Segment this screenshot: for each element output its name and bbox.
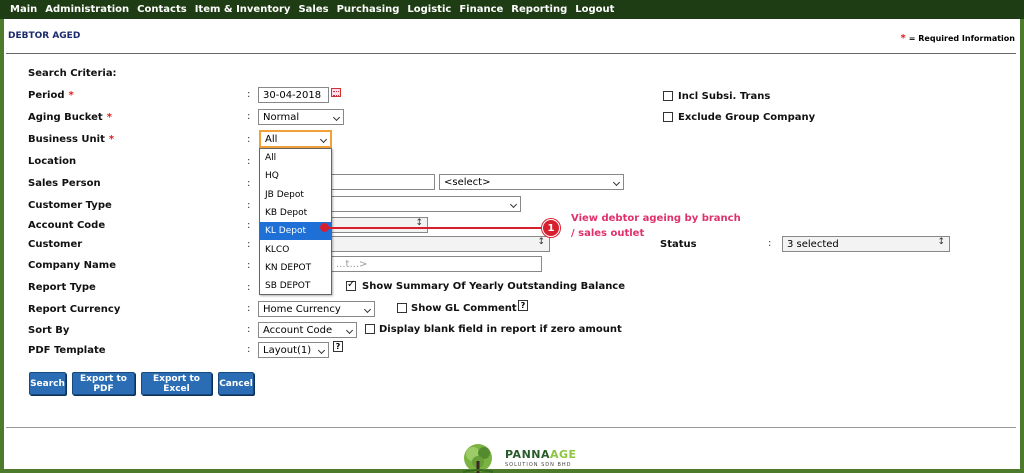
menu-item-inventory[interactable]: Item & Inventory (195, 4, 291, 15)
menu-sales[interactable]: Sales (298, 4, 328, 15)
dropdown-option-kb-depot[interactable]: KB Depot (260, 204, 331, 222)
pdf-template-label: PDF Template (28, 345, 106, 356)
bu-required-star: * (108, 134, 115, 145)
account-code-label: Account Code (28, 220, 106, 231)
sort-by-select[interactable]: Account Code (258, 322, 357, 338)
help-icon[interactable]: ? (518, 300, 528, 311)
sort-by-label: Sort By (28, 325, 70, 336)
menu-logistic[interactable]: Logistic (407, 4, 451, 15)
menu-reporting[interactable]: Reporting (511, 4, 567, 15)
aging-bucket-label: Aging Bucket * (28, 112, 112, 123)
dropdown-option-klco[interactable]: KLCO (260, 240, 331, 258)
search-button[interactable]: Search (29, 372, 66, 395)
menu-finance[interactable]: Finance (459, 4, 503, 15)
page-title: DEBTOR AGED (8, 31, 81, 41)
display-blank-checkbox[interactable] (365, 324, 375, 334)
report-type-label: Report Type (28, 282, 96, 293)
callout-dot (320, 223, 329, 232)
logo-wordmark: PANNAAGE (505, 448, 577, 461)
export-pdf-button[interactable]: Export to PDF (72, 372, 135, 395)
export-excel-button[interactable]: Export to Excel (141, 372, 212, 395)
show-gl-comment-label: Show GL Comment (411, 303, 517, 314)
pdf-template-colon: : (247, 344, 251, 355)
company-name-colon: : (247, 260, 251, 271)
incl-subsi-checkbox[interactable] (663, 91, 673, 101)
status-select[interactable]: 3 selected (782, 236, 950, 252)
period-input[interactable]: 30-04-2018 (258, 87, 329, 103)
exclude-group-checkbox[interactable] (663, 112, 673, 122)
dropdown-option-all[interactable]: All (260, 149, 331, 167)
dropdown-option-hq[interactable]: HQ (260, 167, 331, 185)
required-star: * (900, 33, 906, 44)
menu-contacts[interactable]: Contacts (137, 4, 187, 15)
business-unit-dropdown-list: All HQ JB Depot KB Depot KL Depot KLCO K… (259, 148, 332, 295)
account-code-select[interactable] (331, 217, 428, 233)
customer-label: Customer (28, 239, 83, 250)
logo-word-age: AGE (550, 448, 577, 461)
required-info-text: = Required Information (908, 34, 1015, 43)
logo-subtitle: SOLUTION SDN BHD (505, 462, 572, 468)
status-colon: : (768, 238, 772, 249)
aging-bucket-select[interactable]: Normal (258, 109, 344, 125)
menu-main[interactable]: Main (10, 4, 37, 15)
customer-type-select[interactable] (331, 196, 521, 212)
menu-purchasing[interactable]: Purchasing (337, 4, 400, 15)
pdf-template-select[interactable]: Layout(1) (258, 342, 329, 358)
dropdown-option-jb-depot[interactable]: JB Depot (260, 186, 331, 204)
display-blank-label: Display blank field in report if zero am… (379, 324, 622, 335)
dropdown-option-kn-depot[interactable]: KN DEPOT (260, 259, 331, 277)
business-unit-label: Business Unit * (28, 134, 114, 145)
sales-person-select[interactable]: <select> (439, 174, 624, 190)
aging-required-star: * (106, 112, 112, 123)
report-type-colon: : (247, 282, 251, 293)
show-summary-label: Show Summary Of Yearly Outstanding Balan… (362, 281, 626, 292)
cancel-button[interactable]: Cancel (218, 372, 254, 395)
customer-colon: : (247, 239, 251, 250)
callout-line (326, 227, 543, 229)
account-code-colon: : (247, 220, 251, 231)
business-unit-select[interactable]: All (259, 130, 332, 148)
sales-person-label: Sales Person (28, 178, 101, 189)
show-summary-checkbox[interactable] (346, 279, 356, 291)
aging-bucket-label-text: Aging Bucket (28, 112, 103, 123)
business-unit-label-text: Business Unit (28, 134, 105, 145)
pdf-help-icon[interactable]: ? (333, 341, 343, 352)
location-colon: : (247, 156, 251, 167)
report-currency-select[interactable]: Home Currency (258, 301, 375, 317)
sales-person-colon: : (247, 178, 251, 189)
logo-word-panna: PANNA (505, 448, 550, 461)
bu-colon: : (247, 134, 251, 145)
dropdown-option-sb-depot[interactable]: SB DEPOT (260, 277, 331, 295)
customer-type-label: Customer Type (28, 200, 112, 211)
callout-text: View debtor ageing by branch / sales out… (571, 213, 741, 239)
search-criteria-heading: Search Criteria: (28, 68, 117, 79)
sales-person-input[interactable] (331, 174, 435, 190)
period-required-star: * (68, 90, 74, 101)
required-information-note: * = Required Information (901, 33, 1015, 44)
location-label: Location (28, 156, 77, 167)
company-name-input[interactable]: ...t...> (331, 256, 542, 272)
calendar-icon[interactable] (331, 88, 341, 97)
period-label-text: Period (28, 90, 65, 101)
menu-administration[interactable]: Administration (45, 4, 129, 15)
period-label: Period * (28, 90, 74, 101)
customer-type-colon: : (247, 200, 251, 211)
callout-badge: 1 (542, 219, 560, 237)
sort-by-colon: : (247, 324, 251, 335)
period-colon: : (247, 89, 251, 100)
exclude-group-label: Exclude Group Company (678, 112, 816, 123)
customer-select[interactable] (331, 236, 550, 252)
menu-logout[interactable]: Logout (575, 4, 614, 15)
main-menu-bar: Main Administration Contacts Item & Inve… (0, 0, 1024, 19)
report-currency-colon: : (247, 303, 251, 314)
report-currency-label: Report Currency (28, 304, 121, 315)
show-gl-comment-checkbox[interactable] (397, 303, 407, 313)
bottom-divider (6, 427, 1016, 428)
tree-icon (462, 444, 494, 473)
top-divider (6, 53, 1016, 54)
incl-subsi-label: Incl Subsi. Trans (678, 91, 771, 102)
company-name-label: Company Name (28, 260, 116, 271)
aging-colon: : (247, 111, 251, 122)
